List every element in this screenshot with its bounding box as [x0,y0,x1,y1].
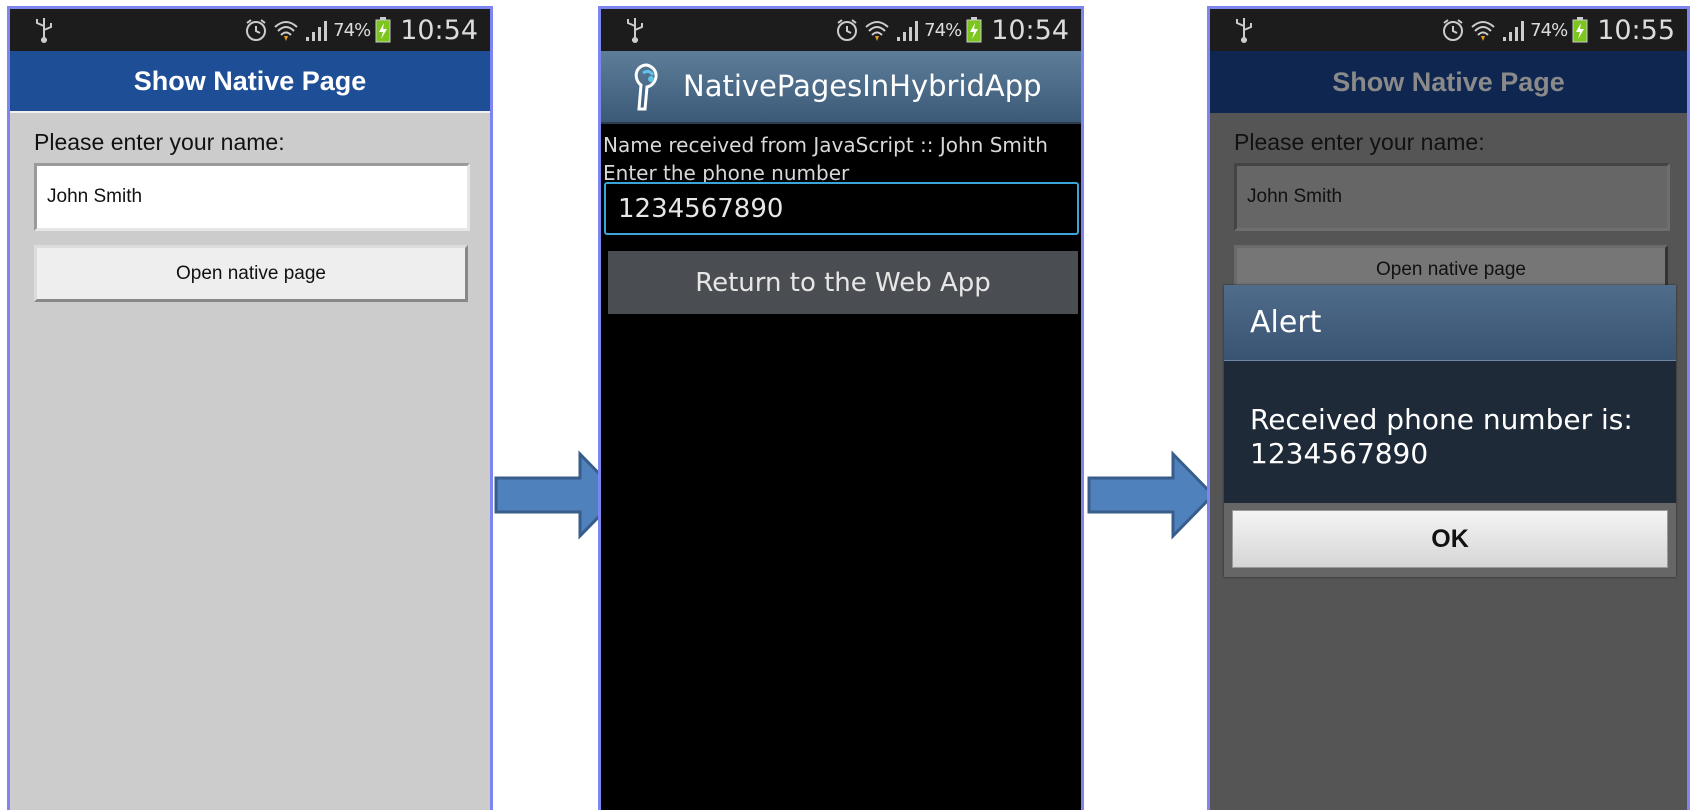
clock: 10:54 [400,14,478,46]
page-header: Show Native Page [10,51,490,113]
signal-icon [897,21,919,41]
phone-screen-native-page: 74% 10:54 NativePagesInHybridApp Name re… [598,6,1084,810]
action-bar: NativePagesInHybridApp [601,51,1081,124]
name-input: John Smith [1234,163,1670,231]
phone-screen-alert: 74% 10:55 Show Native Page Please enter … [1207,6,1690,810]
status-bar: 74% 10:55 [1210,9,1687,51]
phone-screen-web-app: 74% 10:54 Show Native Page Please enter … [7,6,493,810]
name-label: Please enter your name: [34,129,285,155]
status-bar: 74% 10:54 [601,9,1081,51]
app-logo-icon[interactable] [629,61,665,113]
phone-number-input[interactable]: 1234567890 [604,182,1079,235]
alert-message-line: 1234567890 [1250,437,1429,470]
alert-message: Received phone number is: 1234567890 [1250,403,1656,471]
alarm-icon [246,19,267,41]
usb-icon [36,18,52,43]
usb-icon [627,18,643,43]
app-title: NativePagesInHybridApp [683,69,1042,103]
name-input[interactable]: John Smith [34,163,470,231]
battery-percent: 74% [924,19,962,41]
open-native-page-button[interactable]: Open native page [34,245,468,302]
battery-charging-icon [375,17,391,43]
alert-message-line: Received phone number is: [1250,403,1633,436]
alert-dialog: Alert Received phone number is: 12345678… [1224,285,1676,577]
battery-percent: 74% [333,19,371,41]
wifi-icon [274,21,298,41]
signal-icon [1503,21,1525,41]
wifi-icon [865,21,889,41]
clock: 10:55 [1597,14,1675,46]
usb-icon [1236,18,1252,43]
alert-footer: OK [1224,503,1676,577]
alarm-icon [1443,19,1464,41]
clock: 10:54 [991,14,1069,46]
right-arrow-icon [1087,450,1216,540]
ok-button[interactable]: OK [1232,510,1668,568]
return-to-web-app-button[interactable]: Return to the Web App [608,251,1078,314]
page-header: Show Native Page [1210,51,1687,113]
battery-percent: 74% [1530,19,1568,41]
wifi-icon [1471,21,1495,41]
signal-icon [306,21,328,41]
battery-charging-icon [1572,17,1588,43]
name-label: Please enter your name: [1234,129,1485,155]
alert-title: Alert [1224,285,1676,361]
battery-charging-icon [966,17,982,43]
status-bar: 74% 10:54 [10,9,490,51]
received-name-text: Name received from JavaScript :: John Sm… [603,133,1048,157]
alarm-icon [837,19,858,41]
